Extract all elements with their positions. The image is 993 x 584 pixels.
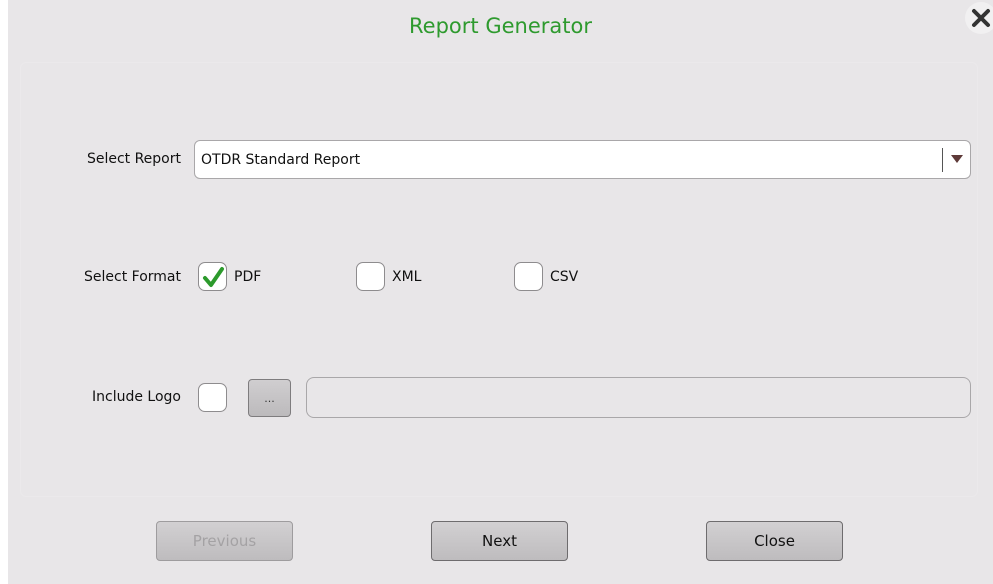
include-logo-label: Include Logo bbox=[92, 389, 181, 405]
close-icon bbox=[972, 9, 990, 27]
include-logo-checkbox[interactable] bbox=[198, 383, 227, 412]
next-button[interactable]: Next bbox=[431, 521, 568, 561]
report-generator-dialog: Report Generator Select Report OTDR Stan… bbox=[8, 0, 993, 584]
report-select[interactable]: OTDR Standard Report bbox=[194, 140, 971, 179]
report-select-value: OTDR Standard Report bbox=[201, 151, 361, 168]
select-format-label: Select Format bbox=[84, 269, 181, 285]
xml-checkbox[interactable] bbox=[356, 262, 385, 291]
logo-path-field[interactable] bbox=[306, 377, 971, 418]
csv-label: CSV bbox=[550, 269, 579, 285]
pdf-checkbox[interactable] bbox=[198, 262, 227, 291]
checkmark-icon bbox=[203, 267, 224, 287]
close-dialog-button[interactable] bbox=[965, 2, 993, 34]
browse-logo-button[interactable]: ... bbox=[248, 379, 291, 417]
previous-button[interactable]: Previous bbox=[156, 521, 293, 561]
pdf-label: PDF bbox=[234, 269, 262, 285]
dialog-title: Report Generator bbox=[409, 14, 592, 38]
chevron-down-icon bbox=[951, 155, 963, 163]
close-button[interactable]: Close bbox=[706, 521, 843, 561]
select-report-label: Select Report bbox=[86, 151, 181, 167]
csv-checkbox[interactable] bbox=[514, 262, 543, 291]
select-divider bbox=[942, 148, 943, 172]
xml-label: XML bbox=[392, 269, 422, 285]
